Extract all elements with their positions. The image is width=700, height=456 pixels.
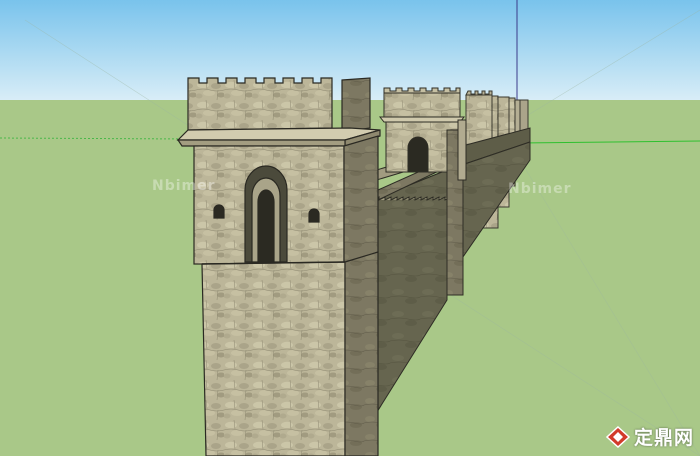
middle-tower-arch (407, 136, 429, 173)
sketchup-viewport[interactable]: Nbimer Nbimer 定鼎网 (0, 0, 700, 456)
watermark-left: Nbimer (152, 178, 216, 194)
front-tower-window-right (308, 208, 320, 223)
diamond-logo-icon (605, 425, 630, 448)
logo-text: 定鼎网 (633, 427, 694, 449)
front-tower (176, 77, 381, 456)
front-tower-window-left (213, 204, 225, 219)
watermark-right: Nbimer (508, 181, 572, 197)
site-logo: 定鼎网 (605, 423, 694, 450)
castle-wall-scene (0, 0, 700, 456)
